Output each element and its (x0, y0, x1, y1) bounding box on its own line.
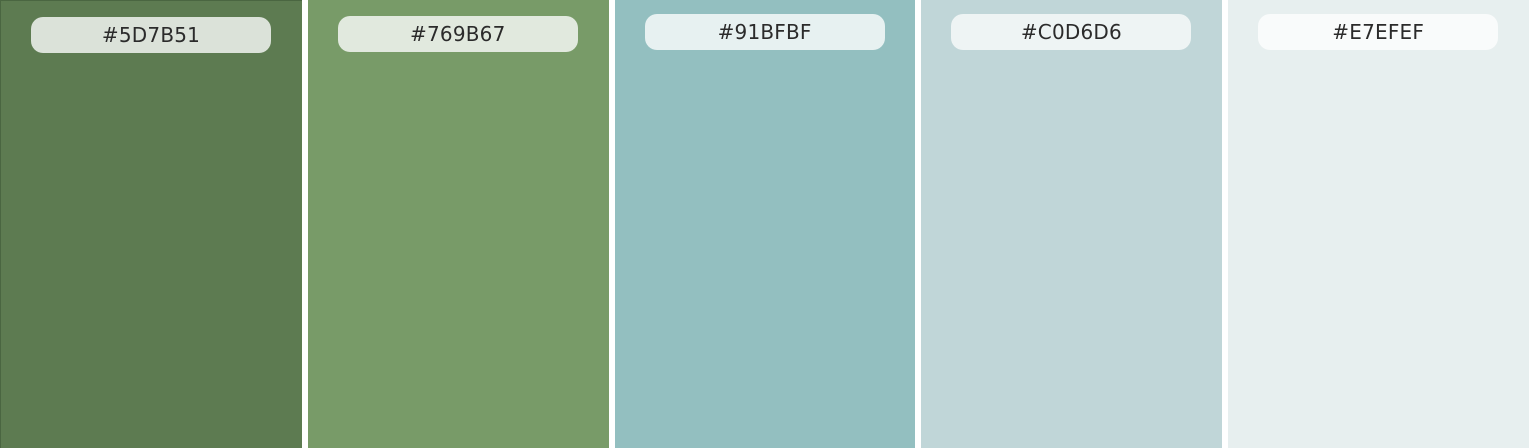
color-swatch[interactable]: #5D7B51 (0, 0, 302, 448)
hex-label[interactable]: #C0D6D6 (951, 14, 1192, 50)
color-palette: #5D7B51 #769B67 #91BFBF #C0D6D6 #E7EFEF (0, 0, 1529, 448)
hex-label[interactable]: #769B67 (337, 16, 578, 52)
color-swatch[interactable]: #C0D6D6 (921, 0, 1223, 448)
hex-label[interactable]: #5D7B51 (31, 17, 271, 53)
color-swatch[interactable]: #E7EFEF (1228, 0, 1529, 448)
color-swatch[interactable]: #91BFBF (614, 0, 916, 448)
hex-label[interactable]: #91BFBF (644, 14, 885, 50)
color-swatch[interactable]: #769B67 (307, 0, 609, 448)
hex-label[interactable]: #E7EFEF (1258, 14, 1499, 50)
